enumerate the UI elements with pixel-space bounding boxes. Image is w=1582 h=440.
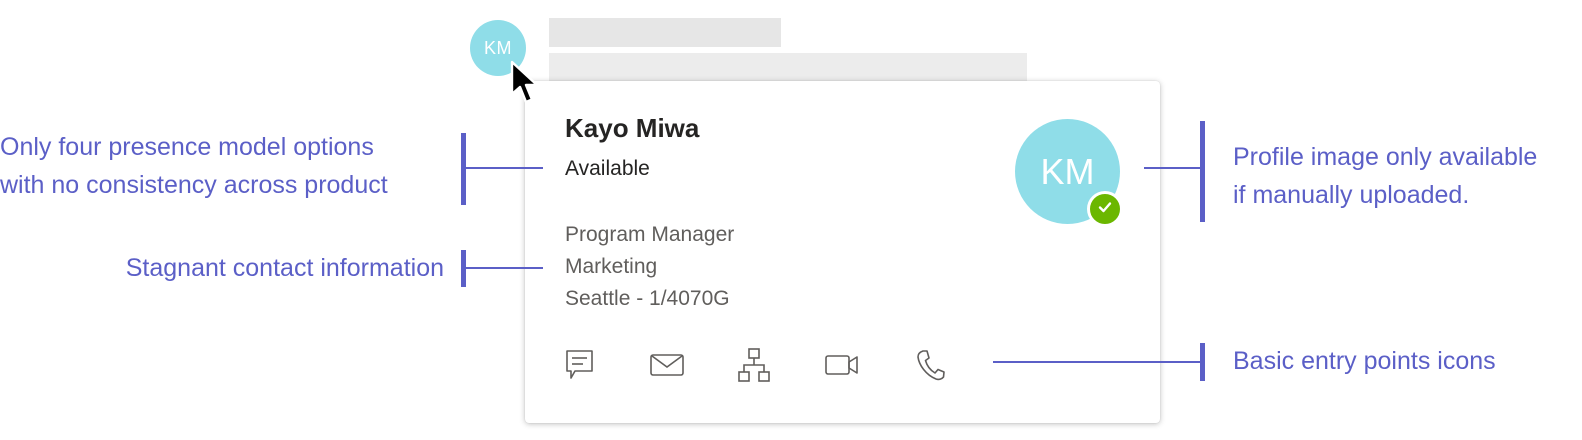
video-call-icon <box>824 352 860 378</box>
mail-icon <box>649 352 685 378</box>
checkmark-icon <box>1097 199 1113 220</box>
placeholder-bar-long <box>549 53 1027 81</box>
video-call-button[interactable] <box>823 346 861 384</box>
annotation-presence-leader <box>466 167 543 169</box>
annotation-entry-points: Basic entry points icons <box>1233 347 1496 375</box>
org-chart-button[interactable] <box>735 346 773 384</box>
profile-card: Kayo Miwa Available Program Manager Mark… <box>525 81 1160 423</box>
annotation-entry-bracket <box>1200 343 1205 381</box>
annotation-contact-leader <box>466 267 543 269</box>
annotation-profile-image: Profile image only available if manually… <box>1233 138 1537 214</box>
phone-call-icon <box>915 348 945 382</box>
chat-button[interactable] <box>561 346 599 384</box>
annotation-contact: Stagnant contact information <box>125 254 444 282</box>
annotation-profile-bracket <box>1200 121 1205 222</box>
presence-status: Available <box>565 157 650 180</box>
phone-call-button[interactable] <box>911 346 949 384</box>
presence-badge <box>1087 191 1123 227</box>
profile-avatar-initials: KM <box>1040 150 1095 192</box>
annotation-entry-leader <box>993 361 1200 363</box>
annotation-presence-line2: with no consistency across product <box>0 171 388 199</box>
annotation-presence-line1: Only four presence model options <box>0 133 374 161</box>
contact-info: Program Manager Marketing Seattle - 1/40… <box>565 219 734 315</box>
mouse-pointer-icon <box>510 60 544 108</box>
annotation-profile-line2: if manually uploaded. <box>1233 181 1470 209</box>
person-name: Kayo Miwa <box>565 113 700 143</box>
annotation-profile-leader <box>1144 167 1200 169</box>
org-chart-icon <box>736 347 772 383</box>
annotation-presence: Only four presence model options with no… <box>0 128 388 204</box>
email-button[interactable] <box>648 346 686 384</box>
placeholder-bar-short <box>549 18 781 47</box>
office-location: Seattle - 1/4070G <box>565 287 730 310</box>
chat-icon <box>563 348 597 382</box>
annotation-profile-line1: Profile image only available <box>1233 143 1538 171</box>
annotation-presence-bracket <box>461 133 466 205</box>
small-avatar-initials: KM <box>484 37 512 58</box>
job-title: Program Manager <box>565 223 735 246</box>
department: Marketing <box>565 255 658 278</box>
